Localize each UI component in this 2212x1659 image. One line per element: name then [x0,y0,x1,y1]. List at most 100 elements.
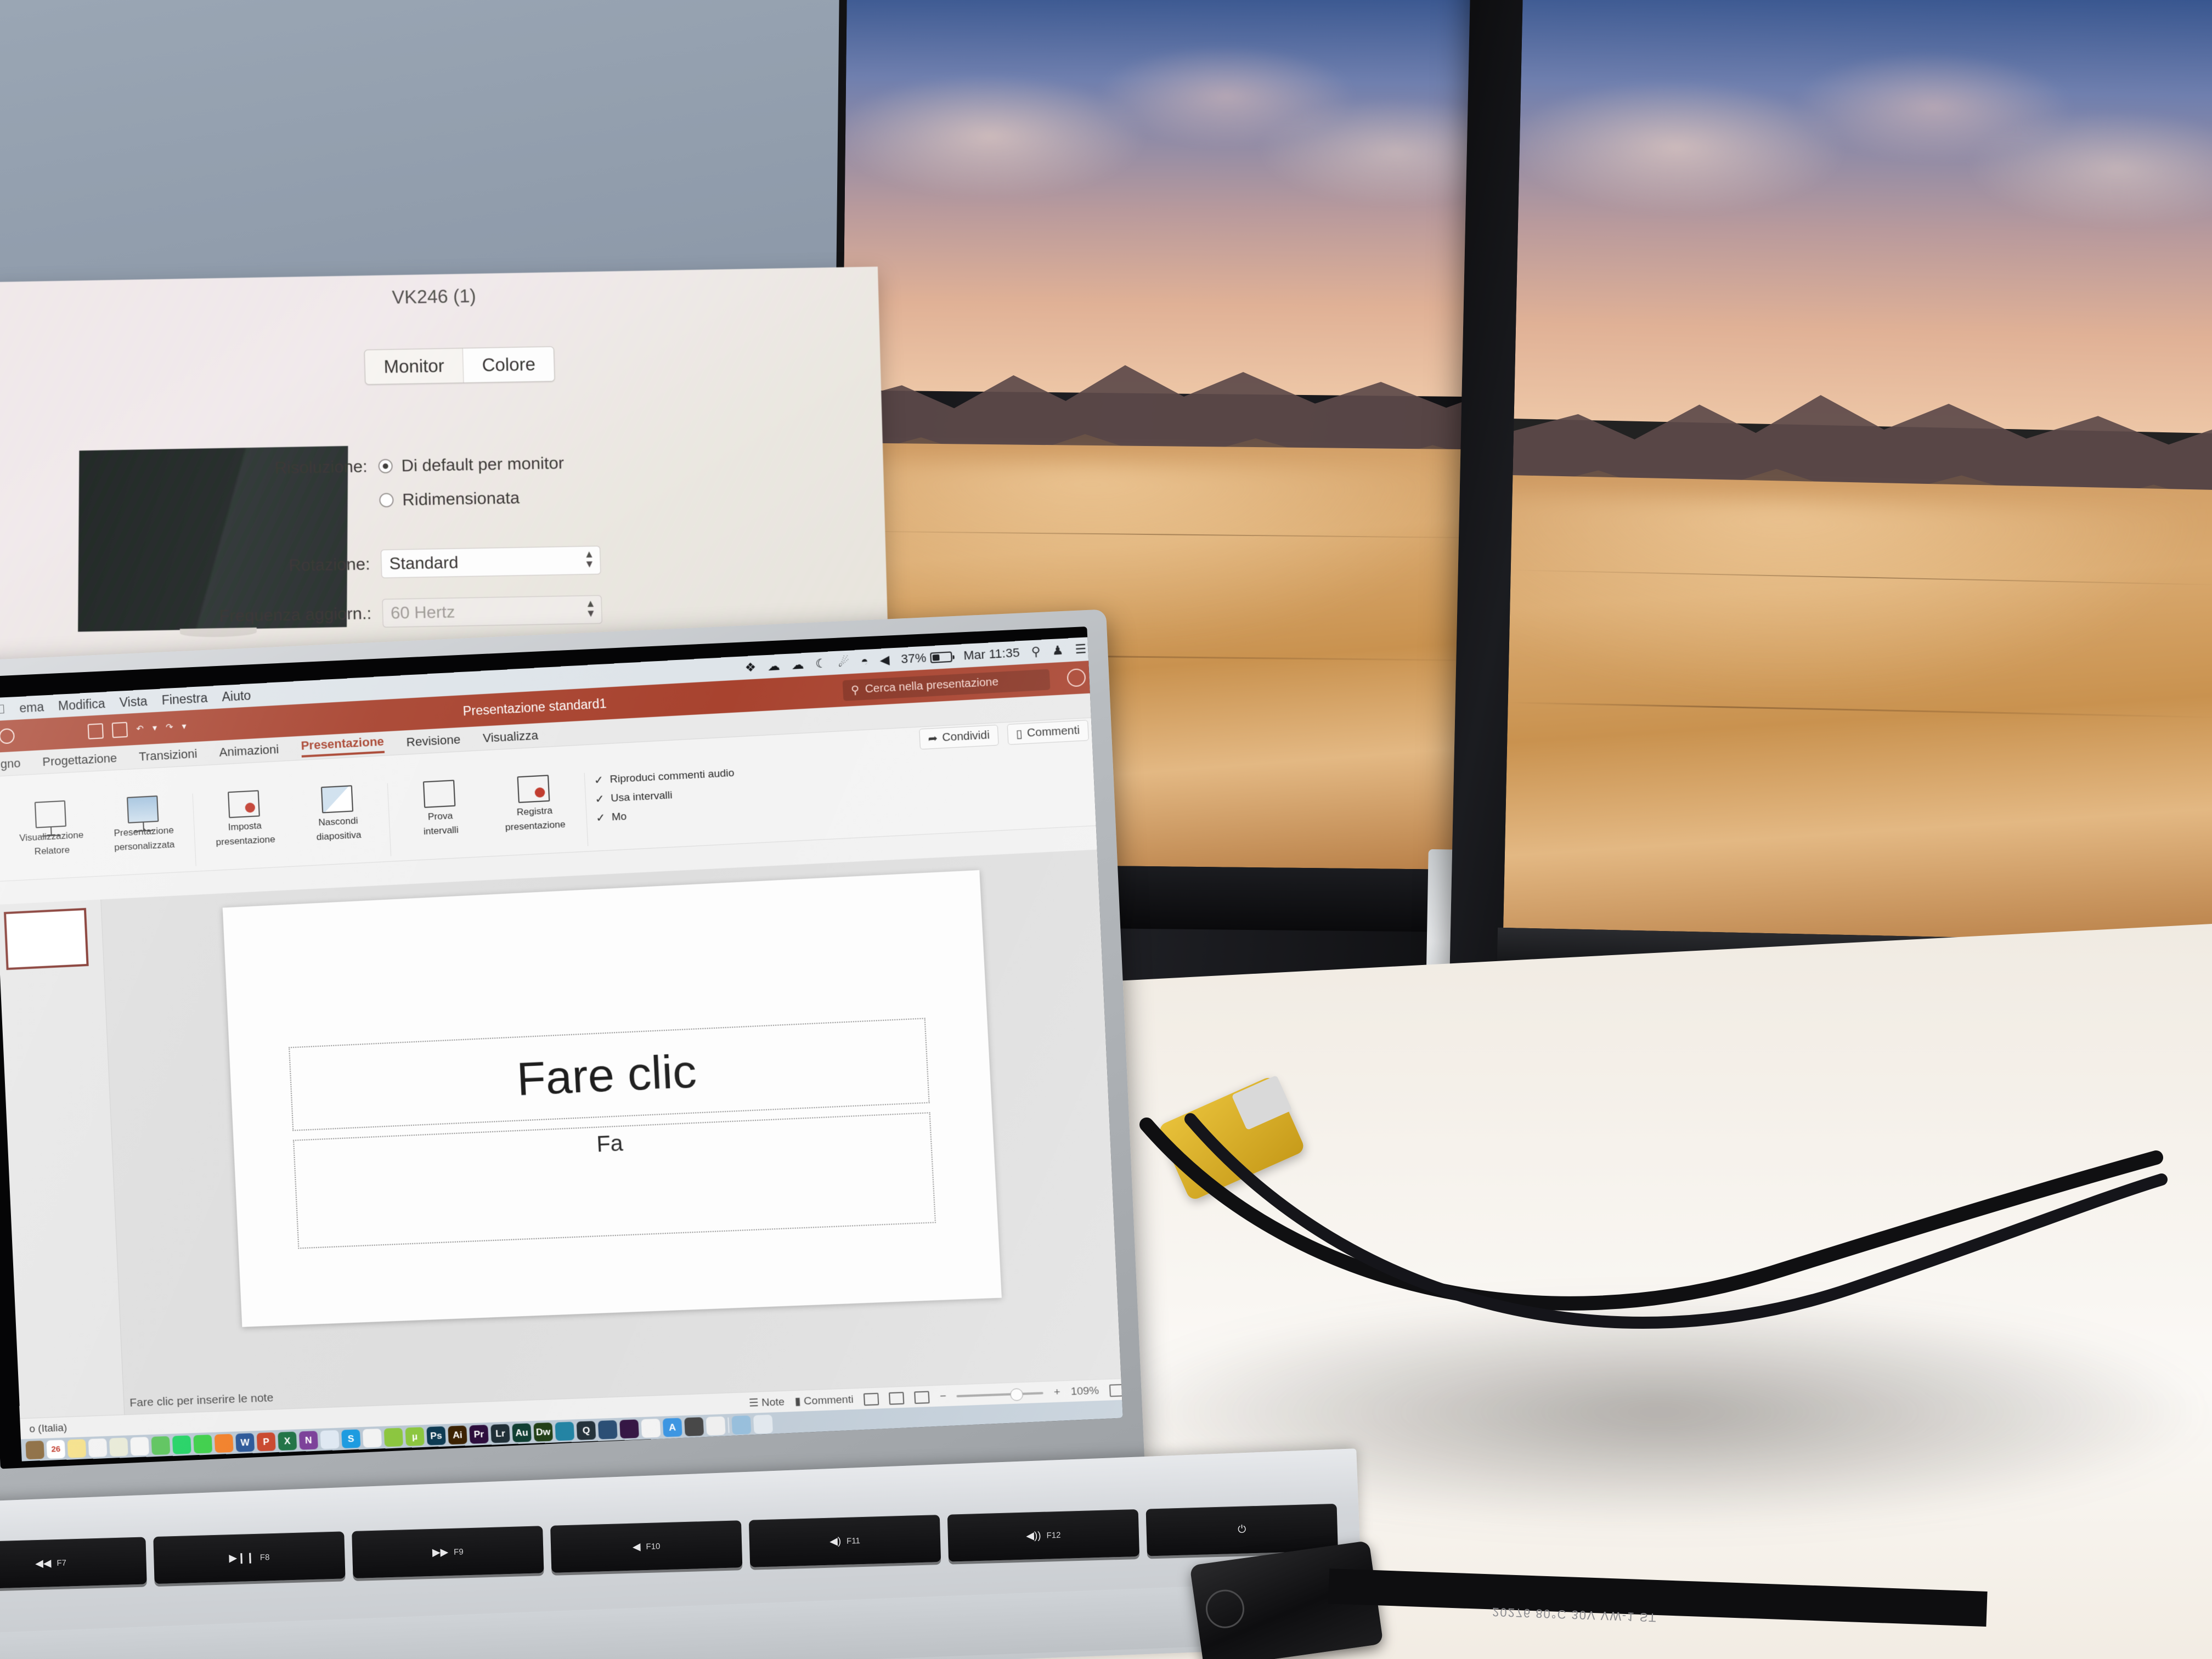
dock-item-onenote[interactable]: N [298,1430,318,1450]
slide-sorter-icon[interactable] [889,1391,905,1405]
wall-radio-scaled-resolution[interactable] [379,493,394,507]
zoom-out-button[interactable]: − [940,1390,947,1403]
button-hide-slide[interactable]: Nascondi diapositiva [295,784,382,861]
dock-item-airdrop[interactable] [731,1415,752,1435]
notification-center-icon[interactable]: ☰ [1075,642,1087,657]
comments-toggle-button[interactable]: ▮ Commenti [794,1393,854,1408]
wall-radio-default-resolution[interactable] [378,459,393,473]
wall-tab-colore[interactable]: Colore [462,347,555,383]
dock-item-system-preferences[interactable] [684,1417,704,1436]
key-f11[interactable]: ◀) F11 [748,1515,941,1567]
dropbox-icon[interactable]: ❖ [744,660,757,675]
dock-item-utorrent[interactable]: µ [405,1426,425,1446]
user-account-icon[interactable]: ♟ [1052,643,1064,658]
save-icon[interactable] [111,721,128,738]
wall-rotation-stepper-icon[interactable]: ▲ ▼ [584,549,595,570]
menu-item-finestra[interactable]: Finestra [161,690,208,708]
dock-item-preview[interactable] [320,1430,340,1449]
checkbox-show-media-controls[interactable]: ✓ Mo [596,805,737,825]
dock-item-messages[interactable] [151,1436,171,1455]
ribbon-tab-transizioni[interactable]: Transizioni [139,747,198,766]
zoom-level[interactable]: 109% [1070,1385,1099,1398]
notes-toggle-button[interactable]: ☰ Note [748,1396,785,1410]
slide-thumbnail-1[interactable] [3,907,89,970]
button-rehearse-timings[interactable]: Prova intervalli [397,778,484,856]
button-presenter-view[interactable]: Visualizzazione Relatore [9,799,94,875]
dock-item-notes[interactable] [67,1438,87,1458]
fit-to-window-icon[interactable] [1109,1384,1123,1397]
battery-status[interactable]: 37% [901,649,953,667]
dock-item-app-store[interactable]: A [662,1417,682,1437]
dock-item-books[interactable] [214,1434,234,1453]
onedrive-icon-2[interactable]: ☁ [791,657,804,673]
dock-item-whatsapp[interactable] [172,1435,191,1454]
dock-item-bridge[interactable] [555,1421,575,1441]
menu-item-ema[interactable]: ema [19,699,44,715]
key-f9[interactable]: ▶▶ F9 [352,1526,544,1578]
dock-item-downloads-stack[interactable] [706,1416,726,1436]
dock-item-finder[interactable] [25,1440,44,1459]
reading-view-icon[interactable] [914,1390,930,1404]
dock-item-maps[interactable] [109,1437,128,1457]
wall-rotation-select[interactable]: Standard ▲ ▼ [380,545,601,578]
key-f7[interactable]: ◀◀ F7 [0,1537,147,1590]
ribbon-tab-presentazione[interactable]: Presentazione [300,734,385,758]
customize-toolbar-icon[interactable]: ▾ [182,721,187,732]
dock-item-qbittorrent[interactable]: Q [576,1420,596,1440]
dock-item-skype[interactable]: S [341,1429,361,1448]
powerpoint-search-box[interactable]: ⚲ Cerca nella presentazione [842,669,1051,701]
ribbon-tab-progettazione[interactable]: Progettazione [42,751,117,771]
dock-item-reminders[interactable] [88,1438,108,1457]
bluetooth-icon[interactable]: ☄ [838,655,850,670]
dock-item-premiere[interactable]: Pr [469,1424,489,1444]
autosave-toggle-icon[interactable] [0,728,15,744]
wall-tab-monitor[interactable]: Monitor [365,348,464,384]
checkbox-play-narrations[interactable]: ✓ Riproduci commenti audio [594,768,735,787]
ribbon-tab-disegno[interactable]: gno [0,756,21,774]
do-not-disturb-icon[interactable]: ☾ [815,656,827,672]
dock-item-powerpoint[interactable]: P [256,1432,276,1451]
dock-item-trash[interactable] [753,1414,774,1434]
dock-item-facetime[interactable] [193,1434,213,1453]
share-button[interactable]: ➦ Condividi [918,724,999,749]
slide-title-placeholder[interactable]: Fare clic [289,1018,930,1131]
button-custom-show[interactable]: Presentazione personalizzata [101,794,187,871]
onedrive-icon[interactable]: ☁ [767,659,780,674]
dock-item-teamviewer[interactable] [362,1428,382,1448]
key-f12[interactable]: ◀)) F12 [947,1509,1140,1562]
send-smile-feedback-icon[interactable] [1066,668,1086,687]
ribbon-tab-visualizza[interactable]: Visualizza [482,728,538,748]
dock-item-photos[interactable] [130,1436,149,1456]
zoom-slider[interactable] [956,1391,1044,1397]
new-slide-icon[interactable] [87,723,104,740]
dock-item-calendar[interactable]: 26 [46,1440,66,1459]
slide-subtitle-placeholder[interactable]: Fa [293,1111,936,1249]
apple-icon[interactable]:  [0,702,5,717]
menu-item-modifica[interactable]: Modifica [58,696,105,714]
slide-canvas[interactable]: Fare clic Fa [222,870,1002,1327]
normal-view-icon[interactable] [864,1392,879,1406]
menu-item-vista[interactable]: Vista [119,693,148,710]
dock-item-dropbox[interactable] [383,1427,403,1447]
key-f10[interactable]: ◀ F10 [550,1520,743,1573]
button-record-slideshow[interactable]: Registra presentazione [490,774,578,851]
dock-item-photoshop[interactable]: Ps [426,1426,446,1446]
dock-item-illustrator[interactable]: Ai [448,1425,467,1444]
menu-item-aiuto[interactable]: Aiuto [222,688,251,704]
wall-window-tabs[interactable]: Monitor Colore [364,346,555,385]
dock-item-vlc[interactable] [597,1420,618,1440]
zoom-in-button[interactable]: + [1053,1386,1060,1398]
dock-item-word[interactable]: W [235,1432,255,1452]
undo-dropdown-icon[interactable]: ▾ [152,723,157,733]
ribbon-tab-revisione[interactable]: Revisione [406,732,461,752]
ribbon-tab-animazioni[interactable]: Animazioni [219,742,279,762]
dock-item-lightroom[interactable]: Lr [490,1424,510,1443]
undo-icon[interactable]: ↶ [136,723,144,735]
volume-icon[interactable]: ◀ [879,653,890,668]
wifi-icon[interactable]: ◓ [860,654,868,669]
checkbox-use-timings[interactable]: ✓ Usa intervalli [595,786,736,806]
dock-item-excel[interactable]: X [278,1431,297,1451]
comments-button[interactable]: ▯ Commenti [1007,719,1089,745]
spotlight-search-icon[interactable]: ⚲ [1031,644,1041,659]
status-language[interactable]: o (Italia) [29,1422,67,1436]
